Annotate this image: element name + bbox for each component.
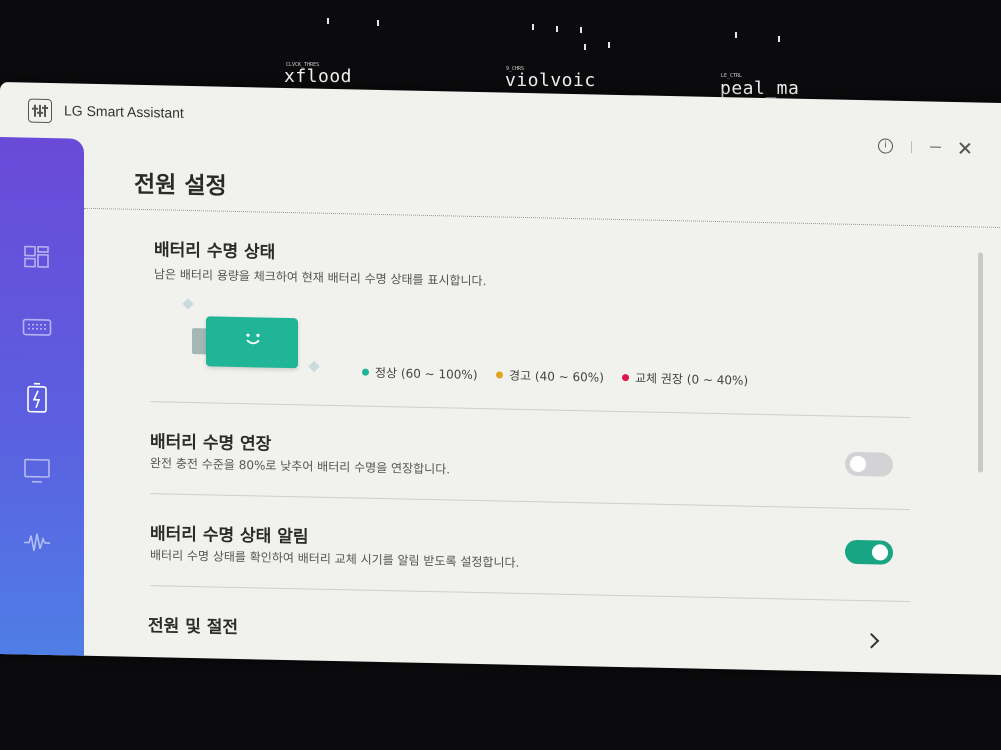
sidebar-item-keyboard[interactable] bbox=[22, 312, 52, 343]
close-icon[interactable] bbox=[959, 142, 971, 154]
chevron-right-icon[interactable] bbox=[863, 632, 880, 649]
desktop-icon-label[interactable]: peal_ma bbox=[720, 78, 799, 99]
sidebar bbox=[0, 137, 84, 659]
decor-diamond bbox=[182, 298, 194, 310]
battery-extend-title: 배터리 수명 연장 bbox=[150, 432, 272, 455]
legend-normal-dot bbox=[362, 368, 369, 376]
scrollbar[interactable] bbox=[978, 252, 983, 473]
battery-charging-icon bbox=[27, 382, 47, 413]
legend-normal-label: 정상 (60 ~ 100%) bbox=[375, 365, 478, 383]
battery-alert-title: 배터리 수명 상태 알림 bbox=[150, 524, 309, 548]
battery-alert-toggle[interactable] bbox=[845, 539, 893, 565]
legend-warning: 경고 (40 ~ 60%) bbox=[496, 366, 604, 385]
audio-wave-icon bbox=[24, 533, 50, 551]
legend-replace-label: 교체 권장 (0 ~ 40%) bbox=[635, 371, 749, 388]
section-divider bbox=[150, 493, 910, 511]
legend-replace: 교체 권장 (0 ~ 40%) bbox=[622, 369, 748, 389]
smile-face-icon bbox=[246, 333, 260, 345]
desktop-icon-label[interactable]: violvoic bbox=[505, 70, 596, 91]
controls-separator bbox=[911, 140, 912, 153]
legend-warning-label: 경고 (40 ~ 60%) bbox=[509, 368, 604, 385]
section-divider bbox=[150, 401, 910, 419]
desktop-icon-label[interactable]: xflood bbox=[284, 66, 352, 87]
sidebar-item-audio[interactable] bbox=[22, 527, 52, 558]
app-logo-icon bbox=[28, 98, 52, 124]
window-controls: i bbox=[878, 138, 971, 155]
keyboard-icon bbox=[22, 318, 52, 336]
section-divider bbox=[150, 585, 910, 603]
battery-health-desc: 남은 배터리 용량을 체크하여 현재 배터리 수명 상태를 표시합니다. bbox=[154, 267, 487, 289]
power-sleep-title[interactable]: 전원 및 절전 bbox=[148, 611, 238, 638]
battery-body bbox=[206, 316, 298, 369]
legend-replace-dot bbox=[622, 374, 629, 382]
app-window: LG Smart Assistant i 전원 설정 배터리 수명 상태 남은 … bbox=[0, 82, 1001, 675]
battery-extend-toggle[interactable] bbox=[845, 451, 893, 477]
battery-status-illustration bbox=[178, 296, 328, 379]
monitor-icon bbox=[24, 458, 50, 483]
toggle-knob bbox=[872, 544, 888, 561]
toggle-knob bbox=[850, 455, 866, 473]
battery-extend-desc: 완전 충전 수준을 80%로 낮추어 배터리 수명을 연장합니다. bbox=[150, 456, 451, 477]
minimize-icon[interactable] bbox=[930, 146, 941, 148]
app-title: LG Smart Assistant bbox=[64, 102, 184, 121]
battery-alert-desc: 배터리 수명 상태를 확인하여 배터리 교체 시기를 알림 받도록 설정합니다. bbox=[150, 548, 520, 570]
legend-normal: 정상 (60 ~ 100%) bbox=[362, 364, 478, 383]
sidebar-item-power[interactable] bbox=[22, 382, 52, 413]
legend-warning-dot bbox=[496, 371, 503, 379]
info-icon[interactable]: i bbox=[878, 138, 893, 154]
sidebar-item-dashboard[interactable] bbox=[22, 241, 52, 272]
sidebar-item-display[interactable] bbox=[22, 455, 52, 486]
dashboard-icon bbox=[24, 245, 49, 268]
decor-diamond bbox=[308, 360, 320, 373]
battery-health-title: 배터리 수명 상태 bbox=[154, 240, 276, 263]
page-title: 전원 설정 bbox=[134, 171, 227, 200]
title-divider bbox=[84, 207, 1001, 229]
